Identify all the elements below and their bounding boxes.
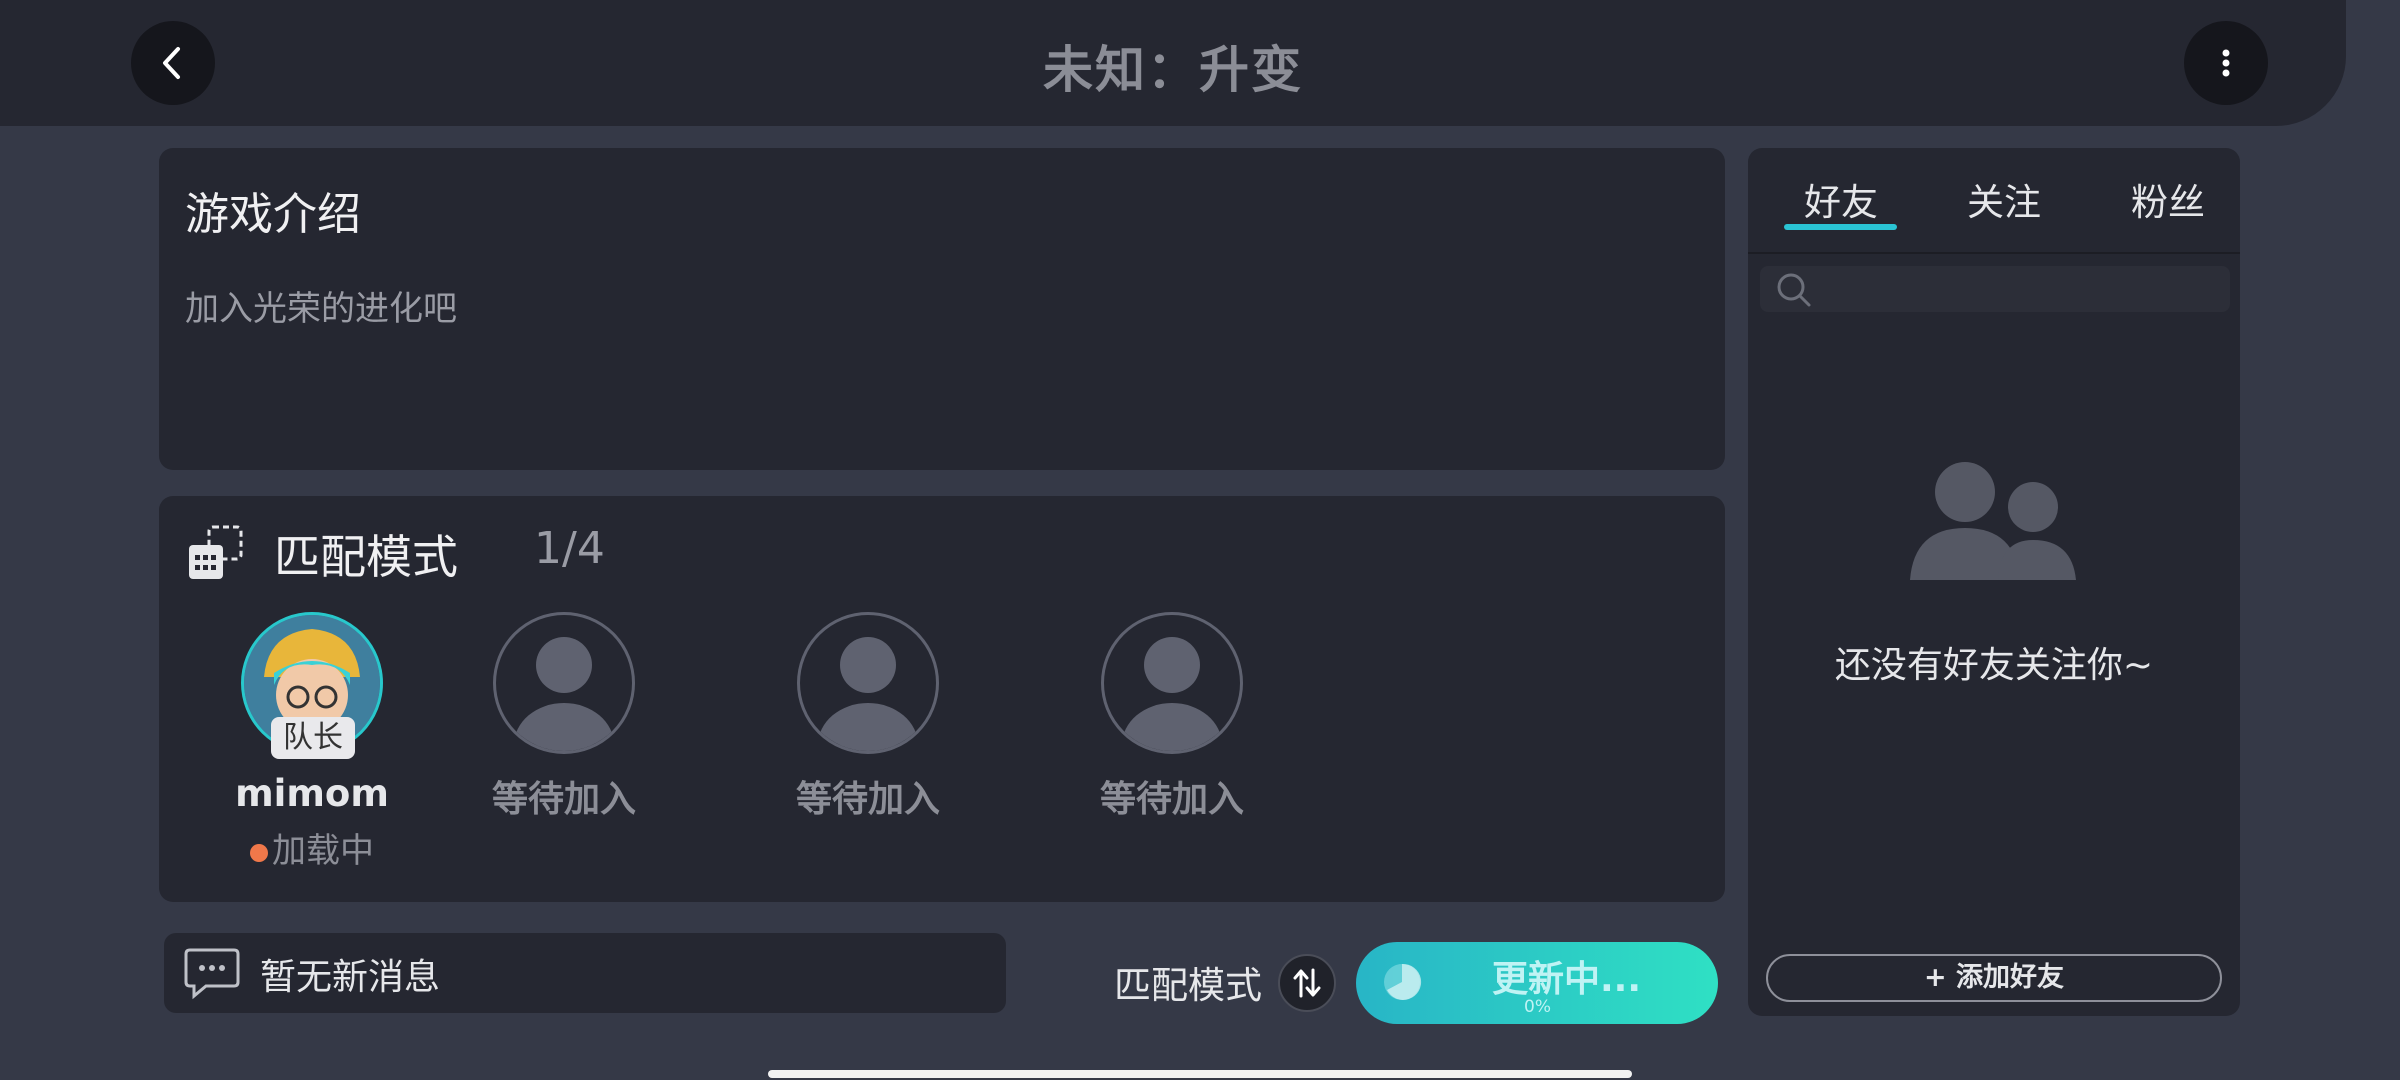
empty-avatar [493, 612, 635, 754]
player-status-text: 加载中 [272, 831, 374, 871]
friends-panel: 好友 关注 粉丝 还没有好友关注你~ + 添加好友 [1748, 148, 2240, 1016]
empty-avatar [797, 612, 939, 754]
loading-spinner-icon [1384, 963, 1422, 1000]
player-status: 加载中 [227, 823, 397, 872]
home-indicator[interactable] [768, 1070, 1632, 1078]
waiting-label: 等待加入 [491, 779, 636, 820]
empty-avatar [1101, 612, 1243, 754]
intro-title: 游戏介绍 [185, 189, 361, 240]
loading-status-dot [250, 843, 268, 862]
player-count: 1/4 [534, 523, 605, 574]
avatar: 队长 [241, 612, 383, 759]
player-slot-empty[interactable]: 等待加入 [479, 612, 649, 822]
match-mode-icon [189, 525, 243, 579]
friend-search-input[interactable] [1760, 266, 2230, 312]
match-mode-card: 匹配模式 1/4 队长 mimom 加载中 等待加入 等待加入 等待加入 [159, 496, 1725, 902]
player-slot-empty[interactable]: 等待加入 [1087, 612, 1257, 822]
more-vertical-icon [2222, 49, 2230, 77]
intro-description: 加入光荣的进化吧 [185, 289, 457, 329]
tab-fans[interactable]: 粉丝 [2131, 172, 2205, 226]
more-options-button[interactable] [2184, 21, 2268, 105]
search-icon [1777, 273, 1811, 307]
users-placeholder-icon [1910, 462, 2076, 580]
active-tab-indicator [1784, 224, 1897, 230]
player-name: mimom [235, 772, 389, 815]
game-intro-card: 游戏介绍 加入光荣的进化吧 [159, 148, 1725, 470]
player-slot-captain[interactable]: 队长 mimom 加载中 [227, 612, 397, 872]
top-bar: 未知：升变 [0, 0, 2346, 126]
waiting-label: 等待加入 [1099, 779, 1244, 820]
message-text: 暂无新消息 [260, 957, 441, 998]
mode-label: 匹配模式 [1114, 964, 1262, 1007]
update-button[interactable]: 更新中... 0% [1356, 942, 1718, 1024]
switch-mode-button[interactable] [1278, 954, 1336, 1012]
message-bar[interactable]: 暂无新消息 [164, 933, 1006, 1013]
tab-friends[interactable]: 好友 [1804, 172, 1878, 226]
friends-tabs: 好友 关注 粉丝 [1748, 148, 2240, 254]
user-placeholder-icon [514, 637, 614, 751]
player-slot-empty[interactable]: 等待加入 [783, 612, 953, 822]
empty-state-text: 还没有好友关注你~ [1834, 645, 2154, 686]
user-placeholder-icon [818, 637, 918, 751]
captain-badge: 队长 [271, 717, 355, 759]
user-placeholder-icon [1122, 637, 1222, 751]
update-label: 更新中... [1492, 959, 1642, 1000]
match-mode-title: 匹配模式 [274, 530, 458, 584]
tab-following[interactable]: 关注 [1967, 172, 2041, 226]
add-friend-button[interactable]: + 添加好友 [1766, 954, 2222, 1002]
update-percent: 0% [1524, 997, 1551, 1017]
page-title: 未知：升变 [1043, 41, 1303, 99]
waiting-label: 等待加入 [795, 779, 940, 820]
swap-vertical-icon [1293, 968, 1321, 998]
chat-bubble-icon [184, 948, 240, 1000]
